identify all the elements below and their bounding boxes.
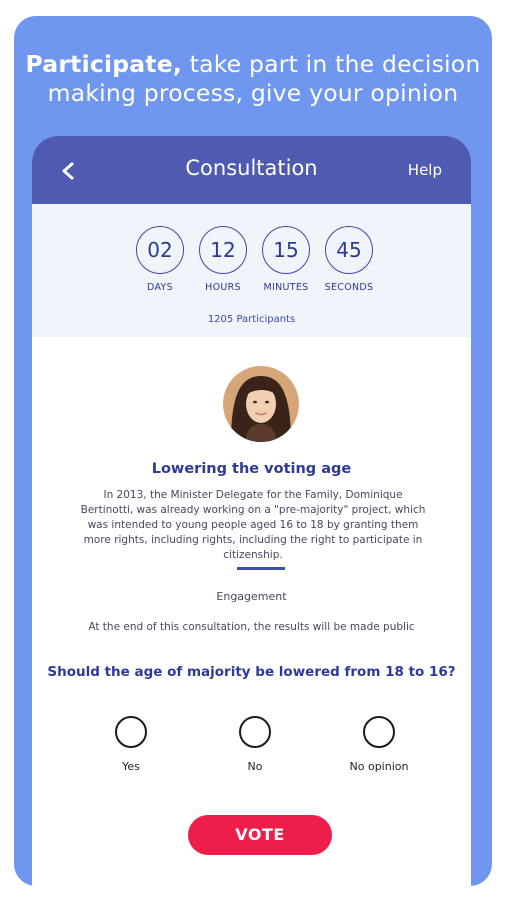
countdown-days-label: DAYS — [147, 282, 173, 293]
app-bar: Consultation Help — [32, 136, 471, 204]
engagement-note: At the end of this consultation, the res… — [88, 621, 415, 633]
radio-no[interactable] — [239, 716, 271, 748]
radio-yes[interactable] — [115, 716, 147, 748]
avatar — [223, 366, 299, 442]
countdown-seconds: 45 SECONDS — [318, 226, 380, 293]
countdown-seconds-label: SECONDS — [324, 282, 374, 293]
portrait-photo — [223, 366, 299, 442]
poll-question: Should the age of majority be lowered fr… — [47, 664, 456, 680]
countdown-minutes: 15 MINUTES — [255, 226, 317, 293]
engagement-label: Engagement — [216, 590, 287, 603]
countdown-panel: 02 DAYS 12 HOURS 15 MINUTES 45 SECONDS 1… — [32, 204, 471, 337]
option-no-label: No — [247, 760, 263, 773]
countdown-days: 02 DAYS — [129, 226, 191, 293]
consultation-title: Lowering the voting age — [151, 461, 352, 477]
promo-headline: Participate, take part in the decision m… — [14, 50, 492, 108]
promo-headline-line1: take part in the decision — [182, 50, 481, 78]
page-title: Consultation — [185, 156, 318, 180]
countdown-seconds-value: 45 — [325, 226, 373, 274]
countdown-days-value: 02 — [136, 226, 184, 274]
promo-headline-line2: making process, give your opinion — [47, 79, 459, 107]
option-yes-label: Yes — [122, 760, 140, 773]
countdown-hours-value: 12 — [199, 226, 247, 274]
radio-no-opinion[interactable] — [363, 716, 395, 748]
option-no[interactable]: No — [210, 716, 300, 773]
countdown-hours: 12 HOURS — [192, 226, 254, 293]
consultation-description: In 2013, the Minister Delegate for the F… — [80, 489, 426, 561]
phone-screen: Consultation Help 02 DAYS 12 HOURS 15 MI… — [32, 136, 471, 886]
countdown-hours-label: HOURS — [205, 282, 241, 293]
section-divider — [237, 567, 285, 570]
option-yes[interactable]: Yes — [86, 716, 176, 773]
option-no-opinion-label: No opinion — [349, 760, 409, 773]
vote-button[interactable]: VOTE — [188, 815, 332, 855]
help-link[interactable]: Help — [408, 161, 442, 179]
countdown-minutes-label: MINUTES — [263, 282, 309, 293]
option-no-opinion[interactable]: No opinion — [334, 716, 424, 773]
promo-card: Participate, take part in the decision m… — [14, 16, 492, 886]
countdown-minutes-value: 15 — [262, 226, 310, 274]
participants-count: 1205 Participants — [207, 314, 296, 325]
promo-headline-bold: Participate, — [25, 50, 183, 78]
